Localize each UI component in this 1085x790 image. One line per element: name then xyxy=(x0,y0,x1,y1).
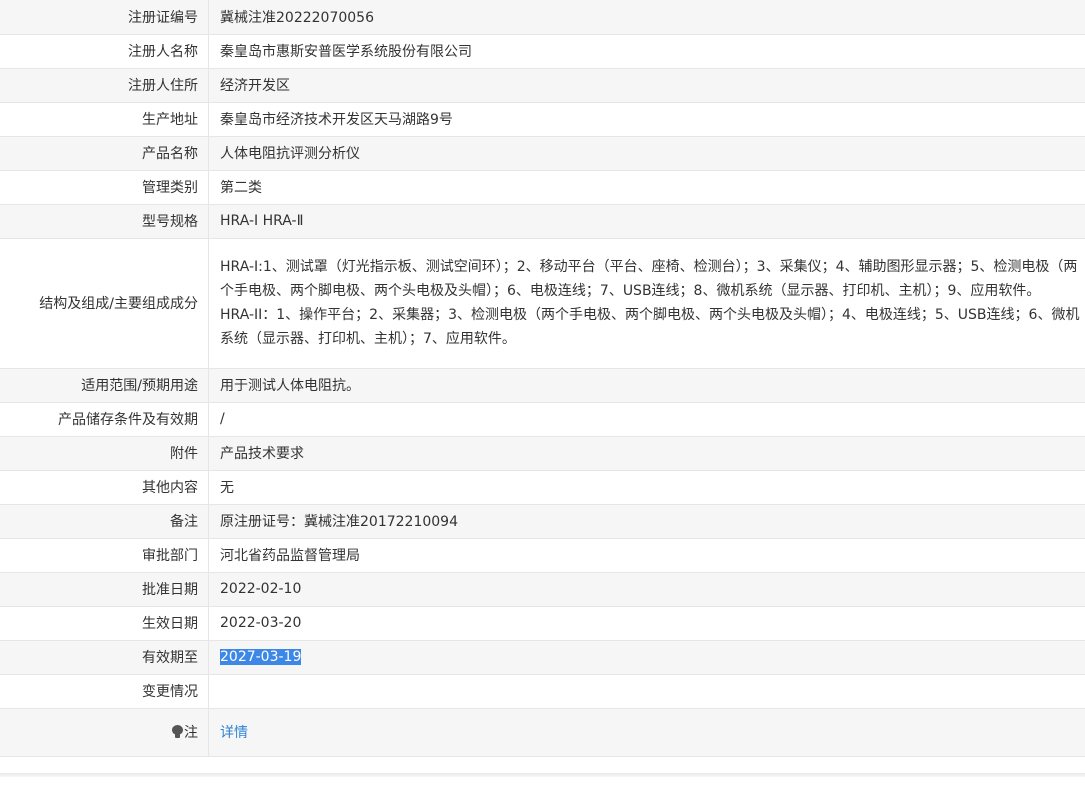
note-label: 注 xyxy=(184,725,198,741)
row-label: 其他内容 xyxy=(0,469,209,505)
valid-until-selected-text: 2027-03-19 xyxy=(220,649,302,665)
row-remarks: 备注 原注册证号：冀械注准20172210094 xyxy=(0,503,1085,539)
row-label: 管理类别 xyxy=(0,169,209,205)
row-attachment: 附件 产品技术要求 xyxy=(0,435,1085,471)
row-label: 注册人名称 xyxy=(0,33,209,69)
lightbulb-icon xyxy=(172,725,183,738)
row-production-address: 生产地址 秦皇岛市经济技术开发区天马湖路9号 xyxy=(0,101,1085,137)
row-label: 有效期至 xyxy=(0,639,209,675)
row-value: 无 xyxy=(208,469,1085,505)
row-label: 审批部门 xyxy=(0,537,209,573)
row-value: 秦皇岛市经济技术开发区天马湖路9号 xyxy=(208,101,1085,137)
row-registrant-address: 注册人住所 经济开发区 xyxy=(0,67,1085,103)
row-model-spec: 型号规格 HRA-I HRA-Ⅱ xyxy=(0,203,1085,239)
row-intended-use: 适用范围/预期用途 用于测试人体电阻抗。 xyxy=(0,367,1085,403)
row-valid-until: 有效期至 2027-03-19 xyxy=(0,639,1085,675)
row-label: 注册证编号 xyxy=(0,0,209,35)
row-product-name: 产品名称 人体电阻抗评测分析仪 xyxy=(0,135,1085,171)
row-registration-number: 注册证编号 冀械注准20222070056 xyxy=(0,0,1085,35)
row-value: HRA-I:1、测试罩（灯光指示板、测试空间环）；2、移动平台（平台、座椅、检测… xyxy=(208,237,1085,369)
composition-hra-ii: HRA-II：1、操作平台；2、采集器；3、检测电极（两个手电极、两个脚电极、两… xyxy=(220,307,1080,347)
row-label: 注 xyxy=(0,707,209,757)
row-label: 备注 xyxy=(0,503,209,539)
row-label: 结构及组成/主要组成成分 xyxy=(0,237,209,369)
row-label: 批准日期 xyxy=(0,571,209,607)
row-registrant-name: 注册人名称 秦皇岛市惠斯安普医学系统股份有限公司 xyxy=(0,33,1085,69)
row-value: 冀械注准20222070056 xyxy=(208,0,1085,35)
row-label: 注册人住所 xyxy=(0,67,209,103)
details-link[interactable]: 详情 xyxy=(220,725,248,741)
row-approval-department: 审批部门 河北省药品监督管理局 xyxy=(0,537,1085,573)
row-management-category: 管理类别 第二类 xyxy=(0,169,1085,205)
row-value: 详情 xyxy=(208,707,1085,757)
row-storage-validity: 产品储存条件及有效期 / xyxy=(0,401,1085,437)
row-value: 河北省药品监督管理局 xyxy=(208,537,1085,573)
row-change-status: 变更情况 xyxy=(0,673,1085,709)
registration-detail-panel: 注册证编号 冀械注准20222070056 注册人名称 秦皇岛市惠斯安普医学系统… xyxy=(0,0,1085,757)
row-value: / xyxy=(208,401,1085,437)
panel-bottom-shadow xyxy=(0,773,1085,777)
row-label: 变更情况 xyxy=(0,673,209,709)
row-label: 适用范围/预期用途 xyxy=(0,367,209,403)
row-value: 2027-03-19 xyxy=(208,639,1085,675)
row-value: 2022-02-10 xyxy=(208,571,1085,607)
row-label: 生效日期 xyxy=(0,605,209,641)
row-label: 产品名称 xyxy=(0,135,209,171)
row-value xyxy=(208,673,1085,709)
row-label: 型号规格 xyxy=(0,203,209,239)
row-value: 秦皇岛市惠斯安普医学系统股份有限公司 xyxy=(208,33,1085,69)
row-value: 2022-03-20 xyxy=(208,605,1085,641)
row-note: 注 详情 xyxy=(0,707,1085,757)
row-value: 原注册证号：冀械注准20172210094 xyxy=(208,503,1085,539)
row-label: 附件 xyxy=(0,435,209,471)
row-structure-composition: 结构及组成/主要组成成分 HRA-I:1、测试罩（灯光指示板、测试空间环）；2、… xyxy=(0,237,1085,369)
row-effective-date: 生效日期 2022-03-20 xyxy=(0,605,1085,641)
row-label: 生产地址 xyxy=(0,101,209,137)
composition-hra-i: HRA-I:1、测试罩（灯光指示板、测试空间环）；2、移动平台（平台、座椅、检测… xyxy=(220,259,1078,299)
row-value: 人体电阻抗评测分析仪 xyxy=(208,135,1085,171)
registration-detail-table: 注册证编号 冀械注准20222070056 注册人名称 秦皇岛市惠斯安普医学系统… xyxy=(0,0,1085,757)
row-value: 用于测试人体电阻抗。 xyxy=(208,367,1085,403)
row-other-content: 其他内容 无 xyxy=(0,469,1085,505)
row-value: 第二类 xyxy=(208,169,1085,205)
row-approval-date: 批准日期 2022-02-10 xyxy=(0,571,1085,607)
row-value: 产品技术要求 xyxy=(208,435,1085,471)
row-value: 经济开发区 xyxy=(208,67,1085,103)
row-label: 产品储存条件及有效期 xyxy=(0,401,209,437)
row-value: HRA-I HRA-Ⅱ xyxy=(208,203,1085,239)
